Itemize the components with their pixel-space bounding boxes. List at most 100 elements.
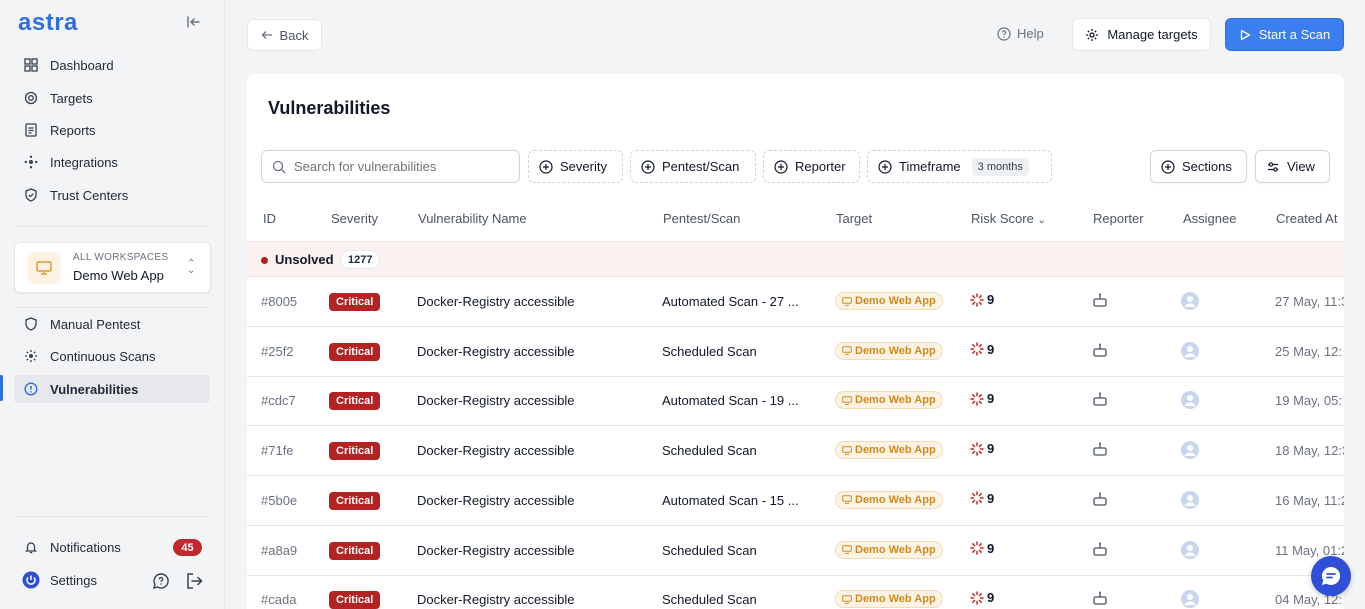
column-header-created[interactable]: Created At [1276, 211, 1337, 226]
target-label: Demo Web App [855, 493, 936, 506]
severity-badge: Critical [329, 442, 381, 461]
notifications-count-badge: 45 [173, 539, 202, 556]
chat-launcher-button[interactable] [1311, 556, 1351, 596]
gear-icon [1085, 28, 1099, 42]
sections-button[interactable]: Sections [1150, 150, 1247, 183]
risk-header-label: Risk Score [971, 211, 1034, 226]
table-row[interactable]: #a8a9 Critical Docker-Registry accessible S… [247, 526, 1344, 576]
logout-icon[interactable] [185, 572, 203, 595]
assignee-avatar[interactable] [1181, 292, 1199, 313]
help-chat-icon[interactable] [152, 572, 170, 595]
sidebar-item-manual-pentest[interactable]: Manual Pentest [14, 310, 210, 338]
target-badge[interactable]: Demo Web App [835, 292, 943, 310]
sidebar-item-dashboard[interactable]: Dashboard [14, 51, 210, 79]
table-row[interactable]: #71fe Critical Docker-Registry accessible S… [247, 426, 1344, 477]
assignee-avatar[interactable] [1181, 540, 1199, 562]
workspace-switcher[interactable]: ALL WORKSPACES Demo Web App ⌃ ⌄ [14, 242, 211, 293]
start-scan-button[interactable]: Start a Scan [1225, 18, 1344, 51]
sidebar-item-targets[interactable]: Targets [14, 84, 210, 112]
risk-score: 9 [970, 391, 994, 406]
reporter-filter[interactable]: Reporter [763, 150, 860, 183]
vuln-name[interactable]: Docker-Registry accessible [417, 493, 575, 508]
table-row[interactable]: #25f2 Critical Docker-Registry accessible S… [247, 327, 1344, 377]
vuln-name[interactable]: Docker-Registry accessible [417, 592, 575, 607]
target-label: Demo Web App [855, 543, 936, 556]
timeframe-filter[interactable]: Timeframe 3 months [867, 150, 1052, 183]
view-button[interactable]: View [1255, 150, 1330, 183]
play-icon [1239, 29, 1251, 41]
vuln-id: #cada [261, 592, 297, 608]
sidebar-item-settings[interactable]: Settings [14, 566, 210, 594]
pentest-scan-name: Scheduled Scan [662, 592, 757, 608]
back-button[interactable]: Back [247, 19, 322, 51]
report-icon [22, 121, 40, 139]
target-badge[interactable]: Demo Web App [835, 341, 943, 360]
sidebar: astra Dashboard Targets Reports Integrat… [0, 0, 225, 609]
start-scan-label: Start a Scan [1258, 27, 1331, 42]
group-label: Unsolved [275, 252, 334, 267]
target-badge[interactable]: Demo Web App [835, 590, 943, 609]
alert-circle-icon [22, 380, 40, 398]
assignee-avatar[interactable] [1181, 590, 1199, 609]
assignee-avatar[interactable] [1181, 341, 1199, 363]
vuln-name[interactable]: Docker-Registry accessible [417, 344, 575, 359]
vuln-name[interactable]: Docker-Registry accessible [417, 294, 575, 309]
column-header-risk-score[interactable]: Risk Score ⌄ [971, 211, 1046, 226]
assignee-avatar[interactable] [1181, 490, 1199, 512]
group-header-unsolved[interactable]: Unsolved 1277 [247, 241, 1344, 277]
monitor-icon [842, 346, 852, 355]
pentest-scan-filter[interactable]: Pentest/Scan [630, 150, 756, 183]
vuln-id: #8005 [261, 294, 298, 309]
sidebar-item-reports[interactable]: Reports [14, 116, 210, 144]
column-header-target[interactable]: Target [836, 211, 872, 226]
chat-bubble-icon [1321, 566, 1341, 585]
vuln-id: #cdc7 [261, 393, 296, 409]
search-input[interactable] [294, 159, 504, 174]
risk-score: 9 [970, 541, 994, 556]
group-count-badge: 1277 [340, 250, 381, 269]
reporter-robot-icon [1092, 391, 1108, 410]
column-header-pentest[interactable]: Pentest/Scan [663, 211, 740, 226]
target-badge[interactable]: Demo Web App [835, 441, 943, 460]
sidebar-item-vulnerabilities[interactable]: Vulnerabilities [14, 375, 210, 403]
vuln-name[interactable]: Docker-Registry accessible [417, 543, 575, 558]
astra-logo[interactable]: astra [18, 9, 78, 37]
column-header-severity[interactable]: Severity [331, 211, 378, 226]
table-row[interactable]: #8005 Critical Docker-Registry accessible A… [247, 277, 1344, 327]
risk-value: 9 [987, 540, 995, 556]
page-scrollbar[interactable] [1357, 0, 1365, 609]
table-row[interactable]: #cada Critical Docker-Registry accessible S… [247, 575, 1344, 609]
risk-value: 9 [987, 292, 995, 307]
manage-targets-button[interactable]: Manage targets [1072, 18, 1211, 51]
vuln-name[interactable]: Docker-Registry accessible [417, 393, 575, 408]
assignee-avatar[interactable] [1181, 441, 1199, 462]
search-box[interactable] [261, 150, 520, 183]
target-label: Demo Web App [855, 394, 936, 407]
sidebar-item-integrations[interactable]: Integrations [14, 148, 210, 176]
help-link[interactable]: Help [997, 26, 1044, 41]
target-badge[interactable]: Demo Web App [835, 490, 943, 509]
column-header-id[interactable]: ID [263, 211, 276, 226]
column-header-name[interactable]: Vulnerability Name [418, 211, 527, 226]
plus-circle-icon [1161, 159, 1175, 174]
severity-filter[interactable]: Severity [528, 150, 623, 183]
collapse-sidebar-icon[interactable] [185, 14, 201, 30]
pentest-scan-name: Scheduled Scan [662, 443, 757, 459]
workspace-name: Demo Web App [73, 268, 164, 283]
vuln-id: #a8a9 [261, 542, 298, 558]
table-row[interactable]: #5b0e Critical Docker-Registry accessible A… [247, 476, 1344, 526]
severity-badge: Critical [329, 293, 381, 311]
target-badge[interactable]: Demo Web App [835, 540, 943, 559]
target-label: Demo Web App [855, 344, 936, 357]
vuln-name[interactable]: Docker-Registry accessible [417, 443, 575, 458]
column-header-reporter[interactable]: Reporter [1093, 211, 1144, 226]
sidebar-item-label: Integrations [50, 154, 118, 170]
timeframe-value-chip: 3 months [971, 157, 1029, 176]
plus-circle-icon [878, 159, 892, 174]
assignee-avatar[interactable] [1181, 391, 1199, 412]
target-badge[interactable]: Demo Web App [835, 391, 943, 410]
column-header-assignee[interactable]: Assignee [1183, 211, 1236, 226]
sidebar-item-continuous-scans[interactable]: Continuous Scans [14, 342, 210, 370]
sidebar-item-trust-centers[interactable]: Trust Centers [14, 181, 210, 209]
table-row[interactable]: #cdc7 Critical Docker-Registry accessible A… [247, 376, 1344, 427]
